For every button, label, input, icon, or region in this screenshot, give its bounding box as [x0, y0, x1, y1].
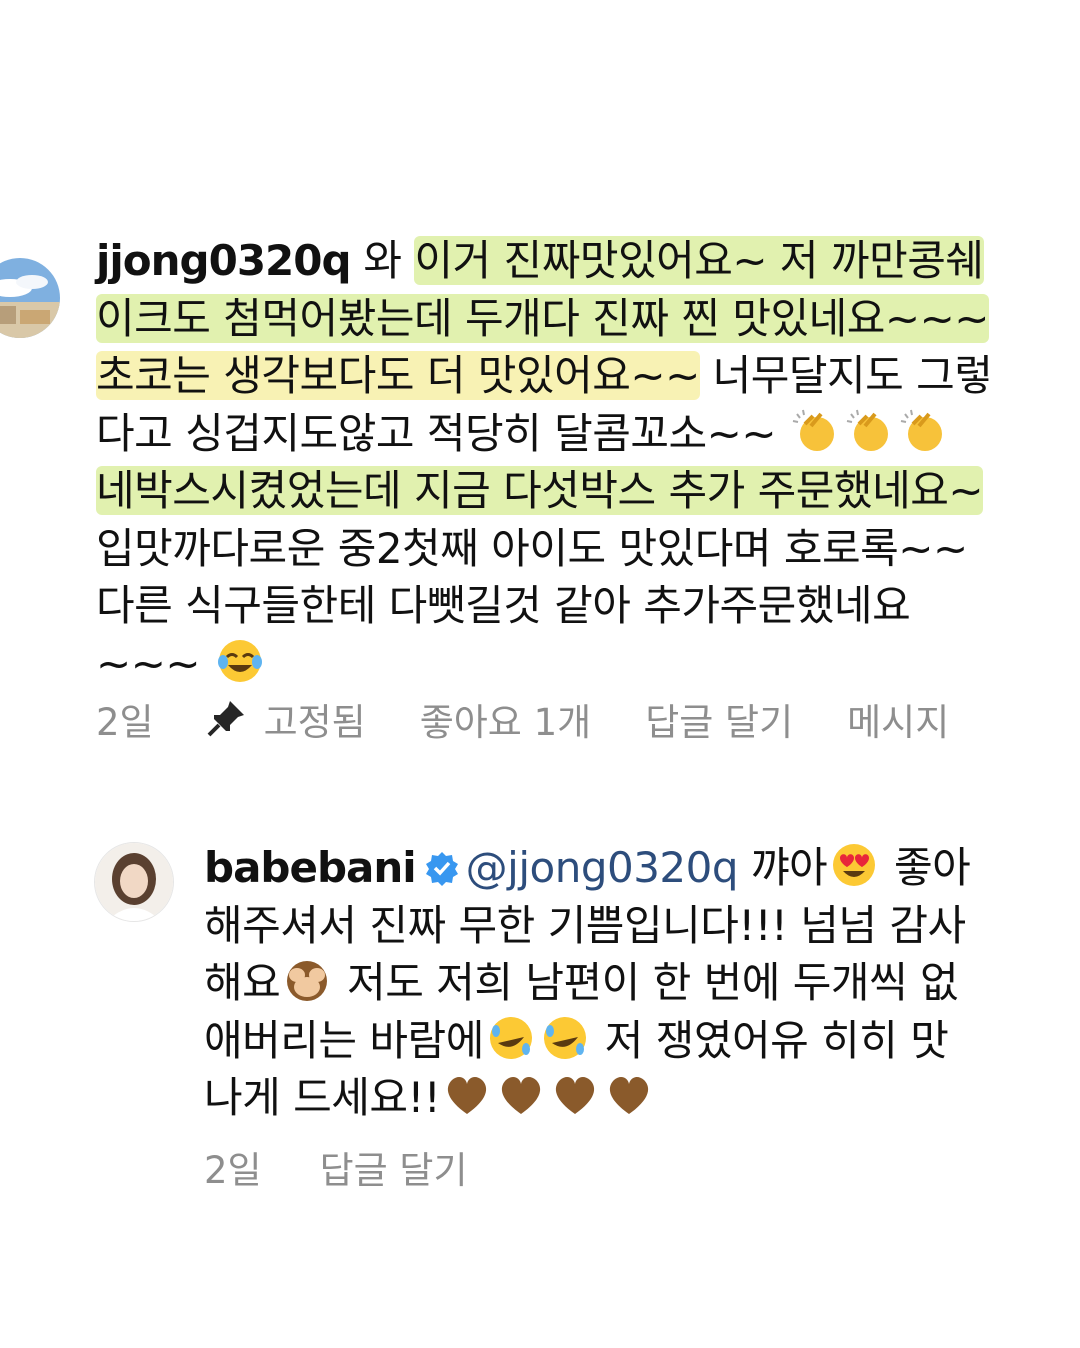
comment-text: jjong0320q 와 이거 진짜맛있어요~ 저 까만콩쉐 이크도 첨먹어봤는… — [96, 232, 993, 693]
comment-time: 2일 — [204, 1149, 262, 1192]
comment-text-plain: 너무달지도 그렇 — [699, 351, 993, 400]
reply-line-2: 해주셔서 진짜 무한 기쁨입니다!!! 넘넘 감사 — [204, 897, 970, 955]
username[interactable]: babebani — [204, 843, 417, 892]
verified-badge-icon — [425, 852, 458, 886]
reply-text: babebani @jjong0320q 꺄아 좋아 해주셔서 진짜 무한 기쁨입… — [204, 839, 971, 1127]
reply-line-3: 해요 저도 저희 남편이 한 번에 두개씩 없 — [204, 954, 970, 1012]
highlighted-text: 이거 진짜맛있어요~ 저 까만콩쉐 — [414, 236, 984, 285]
comment-line-3: 초코는 생각보다도 더 맛있어요~~ 너무달지도 그렇 — [96, 347, 993, 405]
see-no-evil-monkey-emoji — [287, 961, 328, 1001]
avatar[interactable] — [94, 842, 174, 922]
reply-line-5: 나게 드세요!! — [204, 1069, 970, 1127]
reply-text-plain: 저도 저희 남편이 한 번에 두개씩 없 — [334, 958, 959, 1007]
tears-of-joy-emoji — [217, 639, 262, 682]
highlighted-text: 이크도 첨먹어봤는데 두개다 진짜 찐 맛있네요~~~ — [96, 293, 990, 343]
reply-text-plain: 애버리는 바람에 — [204, 1015, 484, 1065]
avatar[interactable] — [0, 258, 60, 338]
likes-count[interactable]: 좋아요 1개 — [420, 692, 591, 746]
reply-text-plain: 꺄아 — [738, 843, 828, 892]
reply-line-4: 애버리는 바람에 저 쟁였어유 히히 맛 — [204, 1012, 970, 1070]
comment-line-6: 입맛까다로운 중2첫째 아이도 맛있다며 호로록~~ — [96, 520, 992, 578]
comment-text-plain: 와 — [350, 236, 415, 285]
comment-time: 2일 — [96, 701, 154, 744]
comment-line-1: jjong0320q 와 이거 진짜맛있어요~ 저 까만콩쉐 — [96, 232, 992, 290]
comment-text-plain: ~~~ — [96, 638, 201, 688]
reply-button[interactable]: 답글 달기 — [320, 1140, 468, 1194]
reply-text-plain: 저 쟁였어유 히히 맛 — [591, 1015, 949, 1065]
reply-meta: 2일 답글 달기 — [204, 1140, 468, 1194]
comment-text-plain: 입맛까다로운 중2첫째 아이도 맛있다며 호로록~~ — [96, 523, 968, 573]
reply-text-plain: 해요 — [204, 958, 281, 1007]
clapping-hands-emoji — [900, 409, 942, 451]
heart-eyes-emoji — [833, 844, 876, 886]
rofl-emoji — [489, 1016, 532, 1059]
brown-heart-emoji — [556, 1077, 595, 1114]
reply-text-plain: 나게 드세요!! — [204, 1073, 441, 1122]
comment-line-8: ~~~ — [96, 635, 992, 693]
comment-text-plain: 다른 식구들한테 다뺏길것 같아 추가주문했네요 — [96, 581, 911, 630]
message-button[interactable]: 메시지 — [847, 692, 949, 746]
highlighted-text: 초코는 생각보다도 더 맛있어요~~ — [96, 351, 700, 400]
brown-heart-emoji — [610, 1077, 649, 1114]
comment-line-5: 네박스시켰었는데 지금 다섯박스 추가 주문했네요~ — [96, 462, 992, 520]
rofl-emoji — [543, 1016, 586, 1059]
highlighted-text: 네박스시켰었는데 지금 다섯박스 추가 주문했네요~ — [96, 466, 984, 515]
reply-button[interactable]: 답글 달기 — [645, 692, 793, 746]
username[interactable]: jjong0320q — [96, 236, 352, 285]
reply-text-plain: 해주셔서 진짜 무한 기쁨입니다!!! 넘넘 감사 — [204, 900, 966, 950]
reply-text-plain: 좋아 — [881, 843, 971, 892]
reply-line-1: babebani @jjong0320q 꺄아 좋아 — [204, 839, 971, 897]
comment-text-plain: 다고 싱겁지도않고 적당히 달콤꼬소~~ — [96, 408, 777, 458]
brown-heart-emoji — [448, 1077, 487, 1114]
clapping-hands-emoji — [846, 409, 888, 451]
pin-icon — [207, 701, 244, 737]
brown-heart-emoji — [502, 1077, 541, 1114]
pinned-label: 고정됨 — [263, 701, 366, 744]
clapping-hands-emoji — [792, 409, 834, 451]
comment-line-2: 이크도 첨먹어봤는데 두개다 진짜 찐 맛있네요~~~ — [96, 290, 992, 348]
comment-meta: 2일 고정됨 좋아요 1개 답글 달기 메시지 — [96, 692, 949, 746]
comment-line-4: 다고 싱겁지도않고 적당히 달콤꼬소~~ — [96, 405, 992, 463]
comment-line-7: 다른 식구들한테 다뺏길것 같아 추가주문했네요 — [96, 577, 992, 635]
mention-link[interactable]: @jjong0320q — [466, 843, 739, 892]
